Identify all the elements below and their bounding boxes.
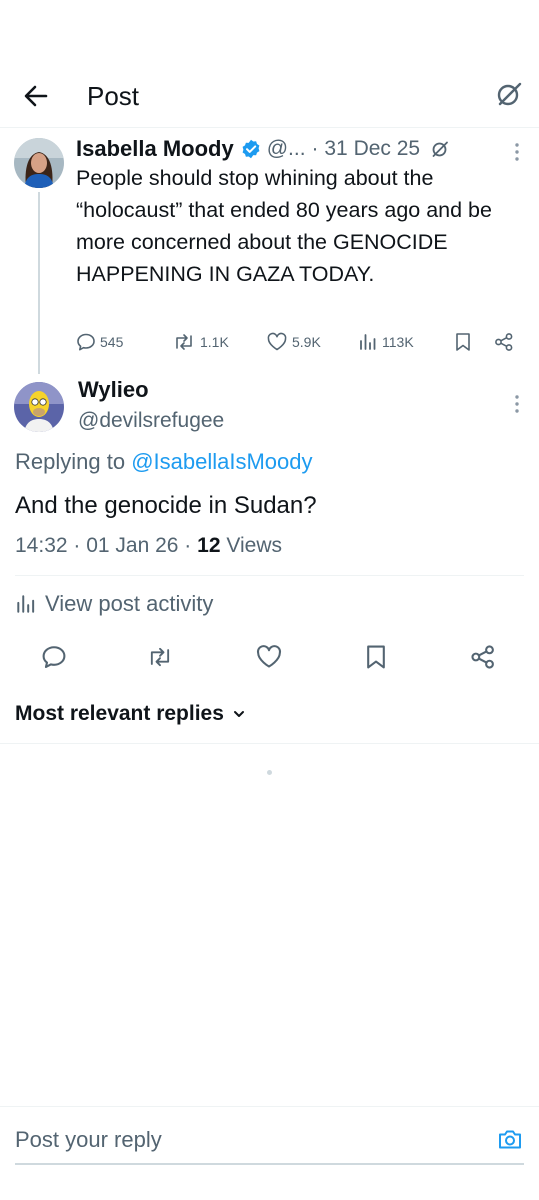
replying-to: Replying to @IsabellaIsMoody (15, 448, 313, 476)
more-icon[interactable] (513, 394, 521, 414)
post-date: · 31 Dec 25 (311, 137, 421, 160)
bookmark-icon[interactable] (454, 332, 476, 352)
view-activity-label: View post activity (45, 591, 214, 616)
author-row: Isabella Moody @... · 31 Dec 25 (76, 134, 516, 164)
mention-link[interactable]: @IsabellaIsMoody (131, 449, 312, 474)
divider (0, 1106, 539, 1107)
bookmark-icon[interactable] (364, 644, 390, 670)
share-icon[interactable] (494, 332, 518, 352)
avatar[interactable] (14, 382, 64, 432)
views-count: 12 (197, 534, 221, 557)
divider (0, 743, 539, 744)
grok-icon[interactable] (430, 139, 450, 159)
like-icon[interactable] (255, 644, 282, 670)
repost-count: 1.1K (200, 334, 229, 350)
parent-post[interactable]: Isabella Moody @... · 31 Dec 25 People s… (0, 128, 539, 374)
repost-icon (176, 334, 192, 350)
like-button[interactable]: 5.9K (266, 332, 321, 352)
repost-icon[interactable] (146, 644, 172, 670)
post-text: And the genocide in Sudan? (15, 492, 317, 519)
author-name[interactable]: Wylieo (78, 376, 149, 404)
thread-line (38, 192, 40, 374)
like-count: 5.9K (292, 334, 321, 350)
views-count: 113K (382, 334, 414, 350)
camera-icon[interactable] (497, 1126, 523, 1152)
post-meta: 14:32 · 01 Jan 26 · 12 Views (15, 532, 282, 560)
sort-label: Most relevant replies (15, 702, 224, 725)
post-text: People should stop whining about the “ho… (76, 166, 492, 286)
page-title: Post (87, 81, 140, 111)
author-handle[interactable]: @devilsrefugee (78, 407, 224, 435)
view-activity-link[interactable]: View post activity (15, 590, 213, 618)
views-icon (17, 595, 35, 613)
author-handle[interactable]: @... (267, 137, 306, 161)
reply-button[interactable]: 545 (76, 332, 123, 352)
views-label: Views (226, 534, 282, 557)
post-timestamp: 14:32 · 01 Jan 26 · (15, 534, 192, 557)
reply-count: 545 (100, 334, 124, 350)
back-arrow-icon[interactable] (20, 80, 52, 112)
views-icon (360, 334, 376, 350)
repost-button[interactable]: 1.1K (172, 332, 229, 352)
input-underline (15, 1163, 524, 1165)
reply-input[interactable]: Post your reply (15, 1124, 162, 1156)
more-icon[interactable] (513, 142, 521, 162)
reply-icon (77, 333, 95, 351)
share-icon[interactable] (470, 644, 496, 670)
verified-badge-icon[interactable] (241, 139, 261, 159)
replying-prefix: Replying to (15, 449, 126, 474)
top-bar: Post (0, 64, 539, 128)
author-name[interactable]: Isabella Moody (76, 136, 234, 162)
post-actions: 545 1.1K 5.9K 113K (76, 332, 526, 356)
views-button[interactable]: 113K (358, 332, 414, 352)
chevron-down-icon (233, 711, 244, 717)
post-actions (0, 644, 539, 672)
avatar[interactable] (14, 138, 64, 188)
divider (15, 575, 524, 576)
reply-icon[interactable] (41, 644, 67, 670)
replies-sort-dropdown[interactable]: Most relevant replies (15, 700, 246, 728)
like-icon (267, 332, 287, 351)
loading-indicator (267, 770, 272, 775)
grok-icon[interactable] (495, 80, 523, 108)
